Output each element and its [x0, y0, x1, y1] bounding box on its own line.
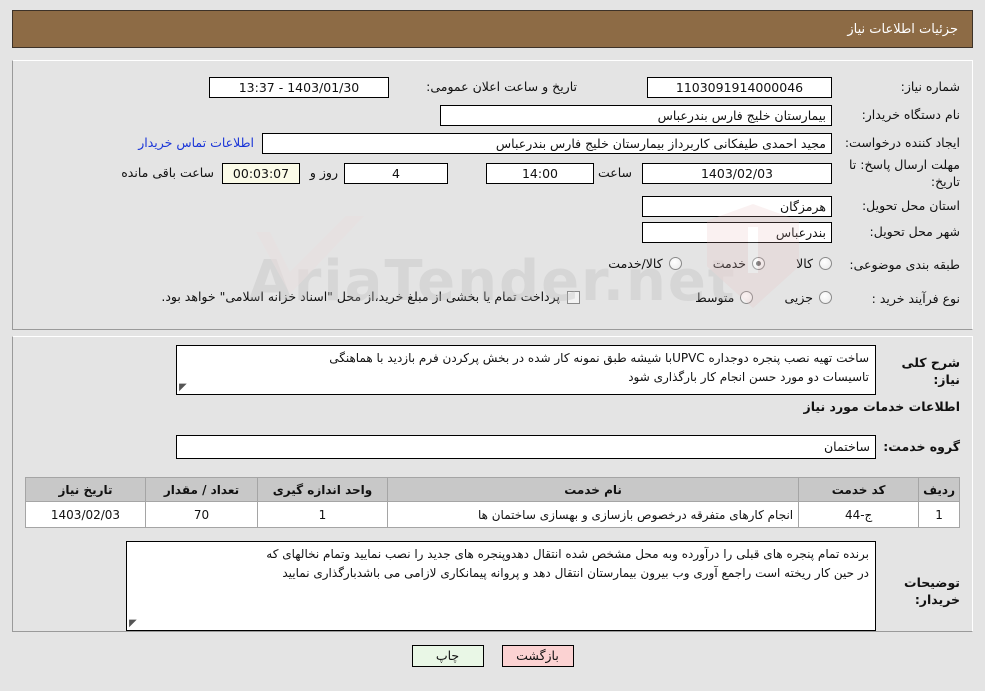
th-service-code: کد خدمت: [798, 477, 920, 502]
description-line-2: تاسیسات دو مورد حسن انجام کار بارگذاری ش…: [628, 370, 869, 385]
province-value: هرمزگان: [642, 196, 832, 217]
buyer-notes-line-1: برنده تمام پنجره های قبلی را درآورده وبه…: [266, 547, 869, 561]
cell-service-code: ج-44: [798, 501, 920, 528]
announce-datetime-value: 1403/01/30 - 13:37: [209, 77, 389, 98]
description-textarea[interactable]: ساخت تهیه نصب پنجره دوجداره UPVCبا شیشه …: [176, 345, 876, 395]
province-label: استان محل تحویل:: [861, 198, 960, 213]
remaining-days-value: 4: [344, 163, 448, 184]
category-radio-group: کالا خدمت کالا/خدمت: [582, 255, 832, 274]
buyer-notes-label: توضیحات خریدار:: [904, 575, 960, 607]
buyer-org-value: بیمارستان خلیج فارس بندرعباس: [440, 105, 832, 126]
requester-label: ایجاد کننده درخواست:: [844, 135, 960, 150]
table-header-row: ردیف کد خدمت نام خدمت واحد اندازه گیری ت…: [25, 477, 960, 502]
announce-datetime-label: تاریخ و ساعت اعلان عمومی:: [426, 79, 577, 94]
page-title: جزئیات اطلاعات نیاز: [847, 21, 958, 37]
buyer-org-label: نام دستگاه خریدار:: [861, 107, 960, 122]
category-option-kala[interactable]: کالا: [796, 256, 832, 271]
city-label: شهر محل تحویل:: [869, 224, 960, 239]
page-header: جزئیات اطلاعات نیاز: [12, 10, 973, 48]
th-row-no: ردیف: [918, 477, 960, 502]
process-type-label: نوع فرآیند خرید :: [871, 291, 960, 306]
need-details-panel: شرح کلی نیاز: ساخت تهیه نصب پنجره دوجدار…: [12, 336, 973, 632]
remaining-days-label: روز و: [309, 165, 338, 180]
services-table: ردیف کد خدمت نام خدمت واحد اندازه گیری ت…: [25, 477, 960, 528]
treasury-checkbox-label: پرداخت تمام یا بخشی از مبلغ خرید،از محل …: [161, 289, 560, 304]
buyer-contact-link[interactable]: اطلاعات تماس خریدار: [138, 135, 254, 150]
cell-unit: 1: [257, 501, 388, 528]
category-option-kala-khedmat[interactable]: کالا/خدمت: [608, 256, 682, 271]
service-group-value[interactable]: ساختمان: [176, 435, 876, 459]
category-option-label: کالا: [796, 256, 813, 271]
th-need-date: تاریخ نیاز: [25, 477, 146, 502]
process-option-label: جزیی: [784, 290, 813, 305]
description-label: شرح کلی نیاز:: [901, 355, 960, 387]
requester-value: مجید احمدی طیفکانی کاربرداز بیمارستان خل…: [262, 133, 832, 154]
cell-service-name: انجام کارهای متفرقه درخصوص بازسازی و بهس…: [386, 501, 800, 528]
category-option-label: خدمت: [712, 256, 747, 271]
buyer-notes-textarea[interactable]: برنده تمام پنجره های قبلی را درآورده وبه…: [126, 541, 876, 631]
radio-icon[interactable]: [740, 291, 754, 304]
need-summary-panel: شماره نیاز: 1103091914000046 تاریخ و ساع…: [12, 60, 973, 330]
table-row: 1 ج-44 انجام کارهای متفرقه درخصوص بازساز…: [25, 501, 960, 528]
radio-icon[interactable]: [819, 291, 832, 304]
th-service-name: نام خدمت: [386, 477, 800, 502]
th-unit: واحد اندازه گیری: [257, 477, 388, 502]
services-section-heading: اطلاعات خدمات مورد نیاز: [803, 399, 961, 414]
cell-quantity: 70: [145, 501, 258, 528]
print-button[interactable]: چاپ: [411, 645, 484, 667]
resize-grip-icon[interactable]: ◥: [129, 618, 139, 629]
process-option-jozei[interactable]: جزیی: [784, 290, 832, 305]
service-group-label: گروه خدمت:: [883, 439, 960, 454]
footer-actions: بازگشت چاپ: [0, 645, 985, 667]
deadline-date-value: 1403/02/03: [642, 163, 832, 184]
checkbox-icon[interactable]: [567, 290, 580, 304]
radio-icon[interactable]: [668, 257, 682, 270]
countdown-label: ساعت باقی مانده: [121, 165, 214, 180]
category-option-khedmat[interactable]: خدمت: [712, 256, 766, 271]
back-button[interactable]: بازگشت: [501, 645, 574, 667]
process-radio-group: جزیی متوسط: [669, 289, 832, 308]
cell-row-no: 1: [918, 501, 960, 528]
radio-icon[interactable]: [752, 257, 766, 270]
need-number-label: شماره نیاز:: [900, 79, 960, 94]
description-line-1: ساخت تهیه نصب پنجره دوجداره UPVCبا شیشه …: [329, 351, 869, 365]
category-label: طبقه بندی موضوعی:: [849, 257, 960, 272]
buyer-notes-line-2: در حین کار ریخته است راجمع آوری وب بیرون…: [282, 566, 869, 581]
process-option-motavaset[interactable]: متوسط: [695, 290, 754, 305]
city-value: بندرعباس: [642, 222, 832, 243]
cell-need-date: 1403/02/03: [25, 501, 146, 528]
radio-icon[interactable]: [819, 257, 832, 270]
need-number-value: 1103091914000046: [647, 77, 832, 98]
treasury-checkbox-row[interactable]: پرداخت تمام یا بخشی از مبلغ خرید،از محل …: [161, 289, 580, 306]
deadline-hour-label: ساعت: [597, 165, 632, 180]
category-option-label: کالا/خدمت: [608, 256, 663, 271]
countdown-value: 00:03:07: [222, 163, 300, 184]
th-quantity: تعداد / مقدار: [145, 477, 258, 502]
services-table-wrap: ردیف کد خدمت نام خدمت واحد اندازه گیری ت…: [25, 477, 960, 528]
process-option-label: متوسط: [695, 290, 735, 305]
deadline-label: مهلت ارسال پاسخ: تا تاریخ:: [849, 157, 960, 189]
resize-grip-icon[interactable]: ◥: [179, 382, 189, 393]
deadline-hour-value: 14:00: [486, 163, 594, 184]
